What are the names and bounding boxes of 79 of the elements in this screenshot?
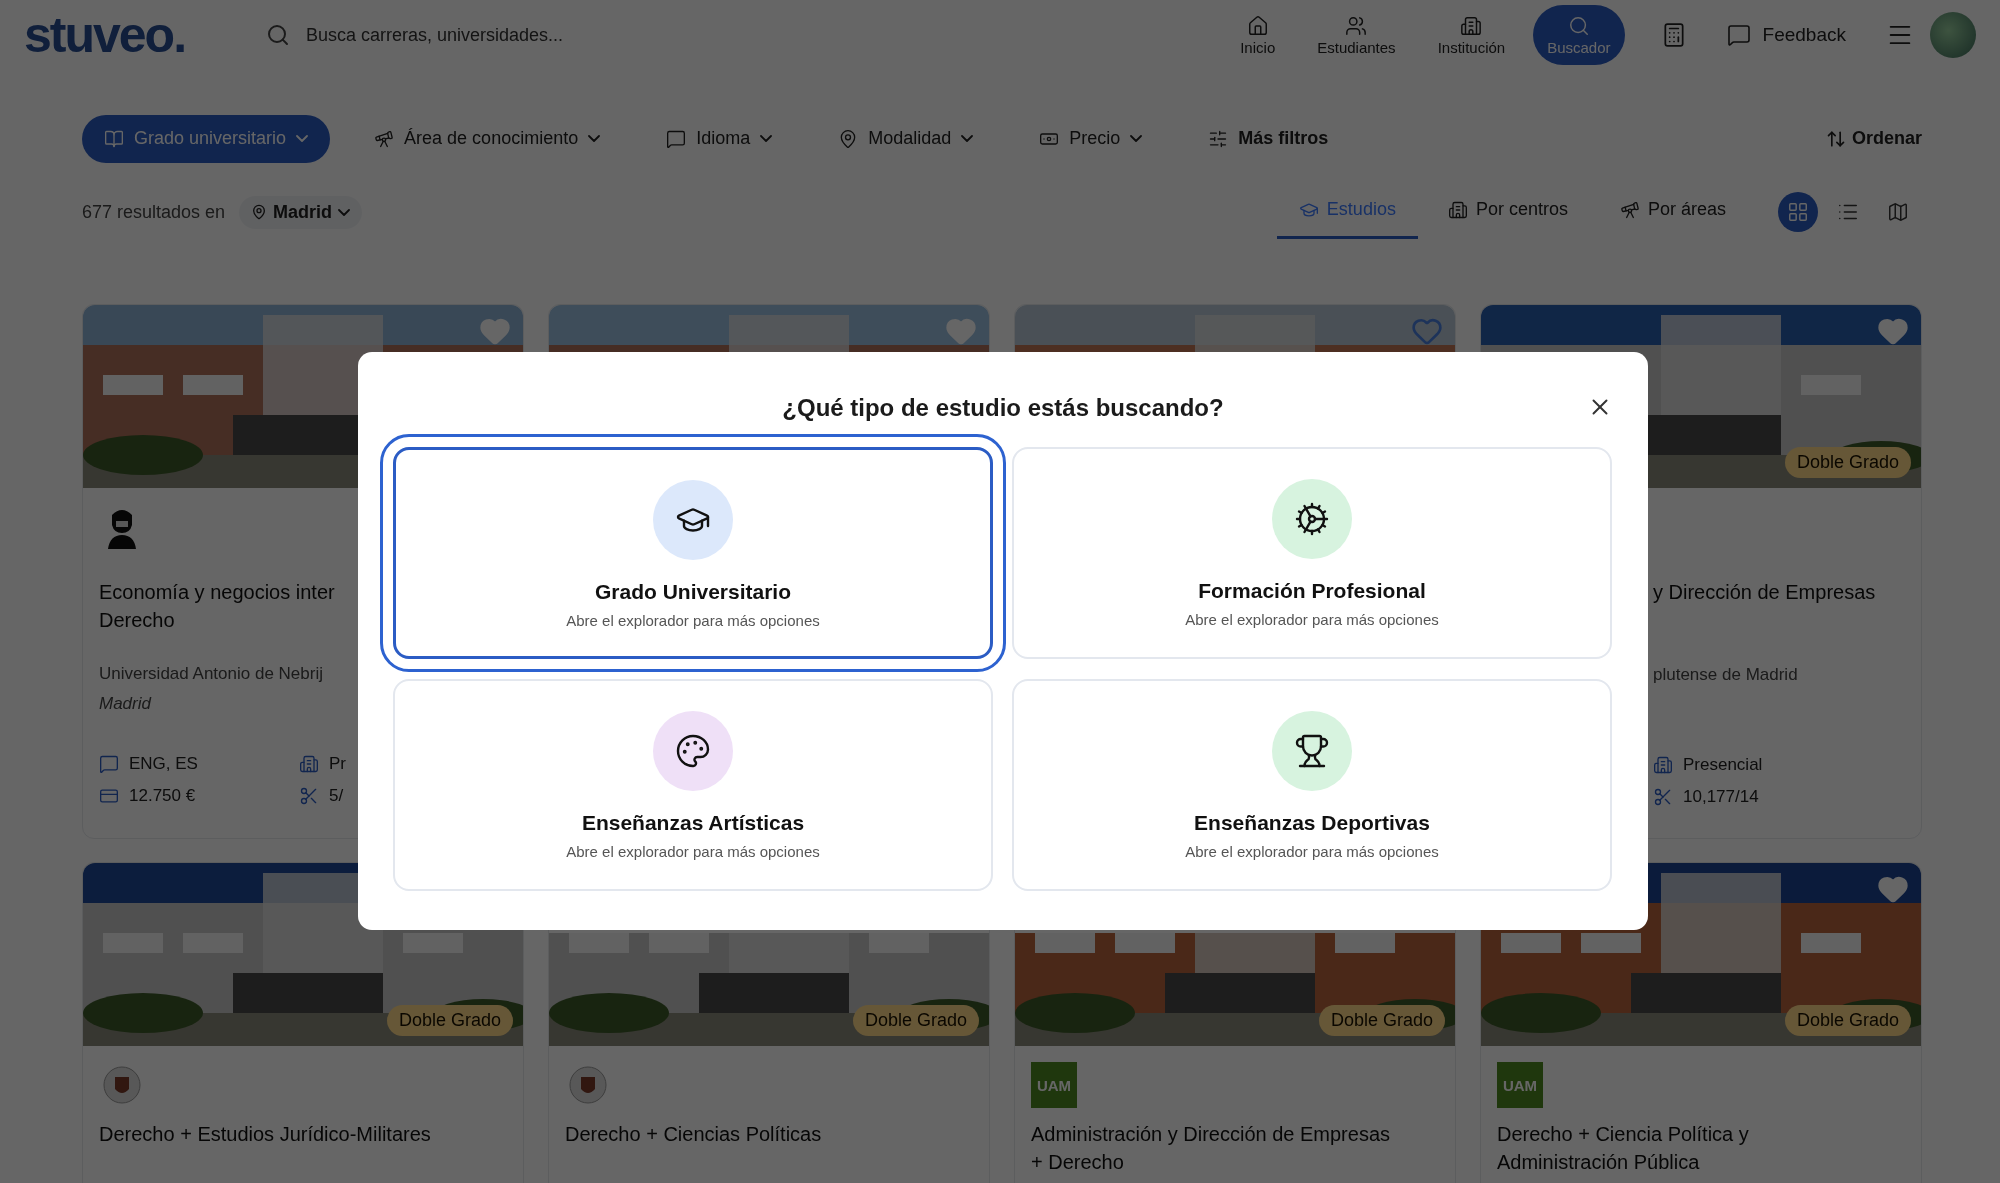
study-type-option[interactable]: Enseñanzas Artísticas Abre el explorador para más opciones [393, 679, 993, 891]
nav-item[interactable]: Estudiantes [1303, 5, 1410, 65]
chevron-down-icon [1130, 135, 1143, 142]
filter-button[interactable]: Área de conocimiento [352, 114, 623, 163]
telescope-icon [1619, 199, 1640, 220]
sort-button[interactable]: Ordenar [1819, 127, 1928, 150]
meta-text: Pr [329, 754, 346, 774]
study-type-option[interactable]: Formación Profesional Abre el explorador para más opciones [1012, 447, 1612, 659]
chat-icon [666, 128, 687, 149]
chevron-down-icon [296, 135, 309, 142]
tab[interactable]: Por áreas [1597, 185, 1748, 239]
building-icon [1653, 755, 1673, 775]
results-count: 677 resultados en [82, 201, 226, 223]
study-type-option[interactable]: Enseñanzas Deportivas Abre el explorador para más opciones [1012, 679, 1612, 891]
chat-icon [1726, 23, 1751, 47]
chevron-down-icon [588, 135, 601, 142]
result-card[interactable]: Doble Grado Derecho + Estudios Jurídico-Militares [82, 862, 524, 1183]
home-icon [1246, 14, 1269, 37]
double-degree-badge: Doble Grado [852, 1005, 979, 1036]
study-title[interactable]: Derecho + Ciencia Política y Administración Pública [1497, 1120, 1905, 1176]
study-title[interactable]: Derecho + Ciencias Políticas [565, 1120, 973, 1148]
dialog-title: ¿Qué tipo de estudio estás buscando? [782, 394, 1224, 422]
scissors-icon [299, 786, 319, 806]
crest-icon [568, 1065, 608, 1105]
chevron-down-icon [961, 135, 974, 142]
city-name: Madrid [99, 694, 153, 714]
grid-icon [1787, 201, 1809, 223]
location-pill[interactable]: Madrid [239, 195, 363, 229]
sliders-icon [1208, 128, 1229, 149]
grid-view-button[interactable] [1778, 192, 1818, 232]
meta-text: 10,177/14 [1683, 787, 1759, 807]
telescope-icon [374, 128, 395, 149]
chat-icon [99, 754, 119, 774]
search-icon [1567, 14, 1590, 37]
people-icon [1345, 14, 1368, 37]
filter-button[interactable]: Idioma [644, 114, 795, 163]
pin-icon [251, 204, 268, 220]
search-icon [266, 23, 290, 47]
palette-icon [675, 733, 711, 769]
nav-item[interactable]: Institución [1423, 5, 1520, 65]
chevron-down-icon [338, 208, 351, 216]
logo[interactable]: stuveo. [24, 6, 234, 64]
filter-button[interactable]: Modalidad [816, 114, 996, 163]
study-title[interactable]: y Dirección de Empresas [1653, 578, 1905, 606]
double-degree-badge: Doble Grado [1784, 1005, 1911, 1036]
search-field[interactable]: Busca carreras, universidades... [304, 23, 906, 47]
chevron-down-icon [760, 135, 773, 142]
university-logo: UAM [1497, 1062, 1543, 1108]
meta-text: 12.750 € [129, 786, 196, 806]
study-title[interactable]: Derecho + Estudios Jurídico-Militares [99, 1120, 507, 1148]
meta-text: 5/ [329, 786, 344, 806]
filter-button[interactable]: Grado universitario [82, 114, 331, 163]
building-icon [1460, 14, 1483, 37]
tab[interactable]: Estudios [1276, 185, 1418, 239]
filter-button[interactable]: Precio [1017, 114, 1165, 163]
double-degree-badge: Doble Grado [1318, 1005, 1445, 1036]
study-title[interactable]: Administración y Dirección de Empresas + Derecho [1031, 1120, 1439, 1176]
result-card[interactable]: Doble Grado UAM Derecho + Ciencia Política y Administración Pública [1480, 862, 1922, 1183]
double-degree-badge: Doble Grado [1784, 447, 1911, 478]
gear-icon [1294, 501, 1330, 537]
book-icon [104, 128, 124, 149]
university-name: plutense de Madrid [1653, 665, 1799, 685]
map-icon [1887, 201, 1909, 223]
trophy-icon [1294, 733, 1330, 769]
feedback-button[interactable]: Feedback [1712, 15, 1860, 55]
nav-item[interactable]: Inicio [1226, 5, 1290, 65]
university-name: Universidad Antonio de Nebrij [99, 664, 324, 684]
double-degree-badge: Doble Grado [386, 1005, 513, 1036]
nav-item[interactable]: Buscador [1533, 5, 1625, 65]
building-icon [1447, 199, 1468, 220]
filter-button[interactable]: Más filtros [1186, 114, 1351, 163]
building-icon [299, 754, 319, 774]
avatar[interactable] [1930, 12, 1976, 58]
university-logo: UAM [1031, 1062, 1077, 1108]
tab[interactable]: Por centros [1425, 185, 1590, 239]
crest-icon [102, 1065, 142, 1105]
meta-text: ENG, ES [129, 754, 198, 774]
scissors-icon [1653, 787, 1673, 807]
meta-text: Presencial [1683, 755, 1763, 775]
